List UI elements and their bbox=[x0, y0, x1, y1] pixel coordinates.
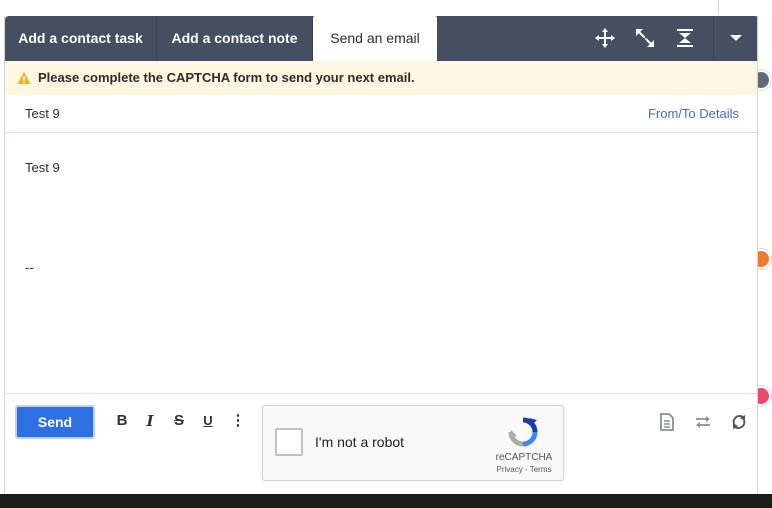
tab-add-contact-task[interactable]: Add a contact task bbox=[5, 16, 157, 61]
email-body-editor[interactable]: Test 9 -- bbox=[5, 134, 757, 392]
tab-add-contact-note[interactable]: Add a contact note bbox=[157, 16, 313, 61]
refresh-icon[interactable] bbox=[729, 412, 749, 432]
recaptcha-label: I'm not a robot bbox=[315, 434, 405, 450]
recaptcha-widget: I'm not a robot reCAPTCHA Privacy - Term… bbox=[262, 405, 564, 481]
subject-field[interactable]: Test 9 bbox=[25, 95, 60, 133]
chevron-down-icon[interactable] bbox=[724, 26, 748, 50]
underline-button[interactable]: U bbox=[197, 410, 219, 432]
captcha-warning-banner: Please complete the CAPTCHA form to send… bbox=[5, 61, 757, 95]
signature-separator: -- bbox=[25, 260, 34, 275]
compose-toolbar: Send B I S U ⋮ I'm not a robot reCAPTCHA… bbox=[5, 393, 757, 494]
warning-icon bbox=[17, 72, 31, 84]
italic-button[interactable]: I bbox=[139, 410, 161, 432]
email-body-text: Test 9 bbox=[25, 160, 60, 175]
swap-icon[interactable] bbox=[693, 412, 713, 432]
template-icon[interactable] bbox=[657, 412, 677, 432]
tab-bar: Add a contact task Add a contact note Se… bbox=[5, 16, 757, 61]
recaptcha-privacy-terms-links[interactable]: Privacy - Terms bbox=[489, 465, 559, 474]
from-to-details-link[interactable]: From/To Details bbox=[648, 95, 739, 133]
send-button[interactable]: Send bbox=[15, 405, 95, 439]
recaptcha-checkbox[interactable] bbox=[275, 428, 303, 456]
bottom-dark-strip bbox=[0, 494, 772, 508]
collapse-icon[interactable] bbox=[673, 26, 697, 50]
move-icon[interactable] bbox=[593, 26, 617, 50]
background-divider bbox=[718, 0, 719, 14]
bold-button[interactable]: B bbox=[111, 410, 133, 432]
more-options-button[interactable]: ⋮ bbox=[227, 410, 249, 432]
recaptcha-brand: reCAPTCHA bbox=[495, 452, 553, 463]
toolbar-separator bbox=[713, 16, 714, 61]
warning-text: Please complete the CAPTCHA form to send… bbox=[38, 70, 415, 85]
subject-row: Test 9 From/To Details bbox=[5, 95, 757, 133]
recaptcha-logo-icon bbox=[508, 417, 538, 447]
email-compose-panel: Add a contact task Add a contact note Se… bbox=[4, 16, 758, 494]
expand-icon[interactable] bbox=[633, 26, 657, 50]
strikethrough-button[interactable]: S bbox=[168, 410, 190, 432]
tab-send-email[interactable]: Send an email bbox=[313, 16, 437, 61]
